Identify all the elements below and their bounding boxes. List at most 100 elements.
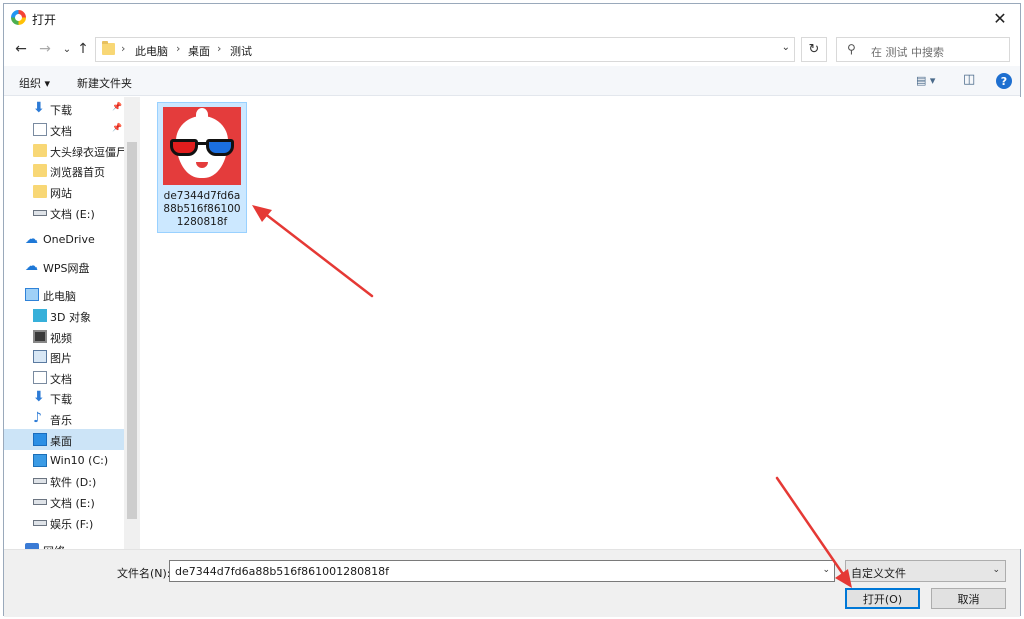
back-button[interactable]: ←: [12, 39, 30, 59]
file-selection-bar: 文件名(N): de7344d7fd6a88b516f861001280818f…: [4, 549, 1020, 617]
sidebar-item[interactable]: 浏览器首页: [4, 160, 124, 181]
sidebar-item-label: Win10 (C:): [50, 454, 109, 467]
sidebar-item-label: 桌面: [50, 435, 72, 448]
crumb-separator[interactable]: ›: [176, 42, 180, 55]
refresh-button[interactable]: ↻: [801, 37, 827, 62]
cloud-icon: ☁: [25, 232, 38, 247]
sidebar-item[interactable]: 软件 (D:): [4, 470, 124, 491]
cancel-button[interactable]: 取消: [931, 588, 1006, 609]
document-icon: [33, 371, 47, 384]
folder-icon: [33, 164, 47, 177]
sidebar-item-label: 此电脑: [43, 290, 76, 303]
sidebar-item-label: 音乐: [50, 414, 72, 427]
sidebar-item[interactable]: 网络: [4, 539, 124, 549]
drive-icon: [33, 478, 47, 484]
sidebar-item[interactable]: 视频: [4, 326, 124, 347]
drive-icon: [33, 499, 47, 505]
search-placeholder: 在 测试 中搜索: [871, 46, 944, 59]
3d-glasses-icon: [170, 139, 234, 157]
address-bar[interactable]: › 此电脑 › 桌面 › 测试 ⌄: [95, 37, 795, 62]
sidebar-item-label: 文档 (E:): [50, 497, 95, 510]
chevron-down-icon[interactable]: ⌄: [822, 565, 830, 575]
sidebar-item[interactable]: 文档 📌: [4, 119, 124, 140]
file-type-value: 自定义文件: [851, 567, 906, 580]
folder-icon: [33, 144, 47, 157]
pin-icon: 📌: [112, 102, 122, 111]
file-thumbnail: [163, 107, 241, 185]
sidebar-item[interactable]: 文档 (E:): [4, 491, 124, 512]
close-button[interactable]: ✕: [980, 4, 1020, 32]
computer-icon: [25, 288, 39, 301]
change-view-icon[interactable]: ▤ ▾: [916, 74, 935, 87]
breadcrumb-desktop[interactable]: 桌面: [188, 43, 210, 59]
filename-label: 文件名(N):: [117, 567, 171, 580]
open-file-dialog: 打开 ✕ ← → ⌄ ↑ › 此电脑 › 桌面 › 测试 ⌄ ↻ ⚲ 在 测试 …: [3, 3, 1021, 617]
music-icon: ♪: [33, 410, 42, 426]
sidebar-item[interactable]: Win10 (C:): [4, 450, 124, 471]
sidebar-item[interactable]: ☁ WPS网盘: [4, 256, 124, 277]
sidebar-item-label: 娱乐 (F:): [50, 518, 94, 531]
navigation-pane: 网络 娱乐 (F:) 文档 (E:) 软件 (D:) Win10 (C:) 桌面 ♪ 音乐 ⬇ 下…: [4, 97, 140, 549]
sidebar-item-label: 视频: [50, 332, 72, 345]
address-dropdown-icon[interactable]: ⌄: [782, 42, 790, 53]
breadcrumb-this-pc[interactable]: 此电脑: [135, 43, 168, 59]
sidebar-scroll-thumb[interactable]: [127, 142, 137, 519]
sidebar-item[interactable]: ⬇ 下载 📌: [4, 98, 124, 119]
sidebar-item[interactable]: 文档: [4, 367, 124, 388]
up-button[interactable]: ↑: [74, 39, 92, 59]
breadcrumb-test[interactable]: 测试: [230, 43, 252, 59]
sidebar-item[interactable]: ⬇ 下载: [4, 387, 124, 408]
sidebar-item[interactable]: 桌面: [4, 429, 124, 450]
crumb-separator[interactable]: ›: [217, 42, 221, 55]
file-name-label: de7344d7fd6a88b516f861001280818f: [163, 190, 241, 228]
sidebar-item[interactable]: 网站: [4, 181, 124, 202]
sidebar-item[interactable]: 3D 对象: [4, 305, 124, 326]
dialog-title: 打开: [32, 13, 57, 27]
picture-icon: [33, 350, 47, 363]
open-button[interactable]: 打开(O): [845, 588, 920, 609]
preview-pane-icon[interactable]: ◫: [963, 72, 975, 87]
new-folder-button[interactable]: 新建文件夹: [77, 75, 132, 91]
search-icon: ⚲: [847, 42, 856, 56]
3d-objects-icon: [33, 309, 47, 322]
sidebar-item[interactable]: 文档 (E:): [4, 202, 124, 223]
sidebar-item-label: 网站: [50, 187, 72, 200]
chevron-down-icon[interactable]: ⌄: [992, 565, 1000, 575]
sidebar-item-label: 下载: [50, 104, 72, 117]
file-item[interactable]: de7344d7fd6a88b516f861001280818f: [157, 102, 247, 233]
sidebar-item-label: 大头绿衣逗僵尸: [50, 146, 127, 159]
command-toolbar: 组织 ▾ 新建文件夹 ▤ ▾ ◫ ?: [4, 66, 1020, 96]
desktop-icon: [33, 433, 47, 446]
drive-icon: [33, 210, 47, 216]
download-icon: ⬇: [33, 100, 45, 116]
sidebar-item-label: 下载: [50, 393, 72, 406]
folder-icon: [33, 185, 47, 198]
sidebar-item[interactable]: 大头绿衣逗僵尸: [4, 140, 127, 161]
cloud-icon: ☁: [25, 259, 38, 274]
sidebar-item-label: WPS网盘: [43, 262, 90, 275]
drive-icon: [33, 520, 47, 526]
filename-input[interactable]: de7344d7fd6a88b516f861001280818f ⌄: [169, 560, 835, 582]
folder-icon: [102, 41, 115, 55]
sidebar-item[interactable]: 图片: [4, 346, 124, 367]
download-icon: ⬇: [33, 389, 45, 405]
sidebar-item-label: 图片: [50, 352, 72, 365]
sidebar-item[interactable]: 此电脑: [4, 284, 124, 305]
forward-button[interactable]: →: [36, 39, 54, 59]
file-type-select[interactable]: 自定义文件 ⌄: [845, 560, 1006, 582]
crumb-separator[interactable]: ›: [121, 42, 125, 55]
windows-drive-icon: [33, 454, 47, 467]
sidebar-item[interactable]: 娱乐 (F:): [4, 512, 124, 533]
pin-icon: 📌: [112, 123, 122, 132]
sidebar-item-label: 3D 对象: [50, 311, 91, 324]
file-list-area[interactable]: de7344d7fd6a88b516f861001280818f: [141, 97, 1021, 549]
search-input[interactable]: ⚲ 在 测试 中搜索: [836, 37, 1010, 62]
sidebar-item[interactable]: ♪ 音乐: [4, 408, 124, 429]
sidebar-item-label: 浏览器首页: [50, 166, 105, 179]
organize-menu[interactable]: 组织 ▾: [19, 75, 50, 91]
sidebar-item-label: 文档 (E:): [50, 208, 95, 221]
sidebar-item-label: OneDrive: [43, 233, 95, 246]
help-icon[interactable]: ?: [996, 73, 1012, 89]
sidebar-item[interactable]: ☁ OneDrive: [4, 229, 124, 250]
title-bar: 打开 ✕: [4, 4, 1020, 32]
